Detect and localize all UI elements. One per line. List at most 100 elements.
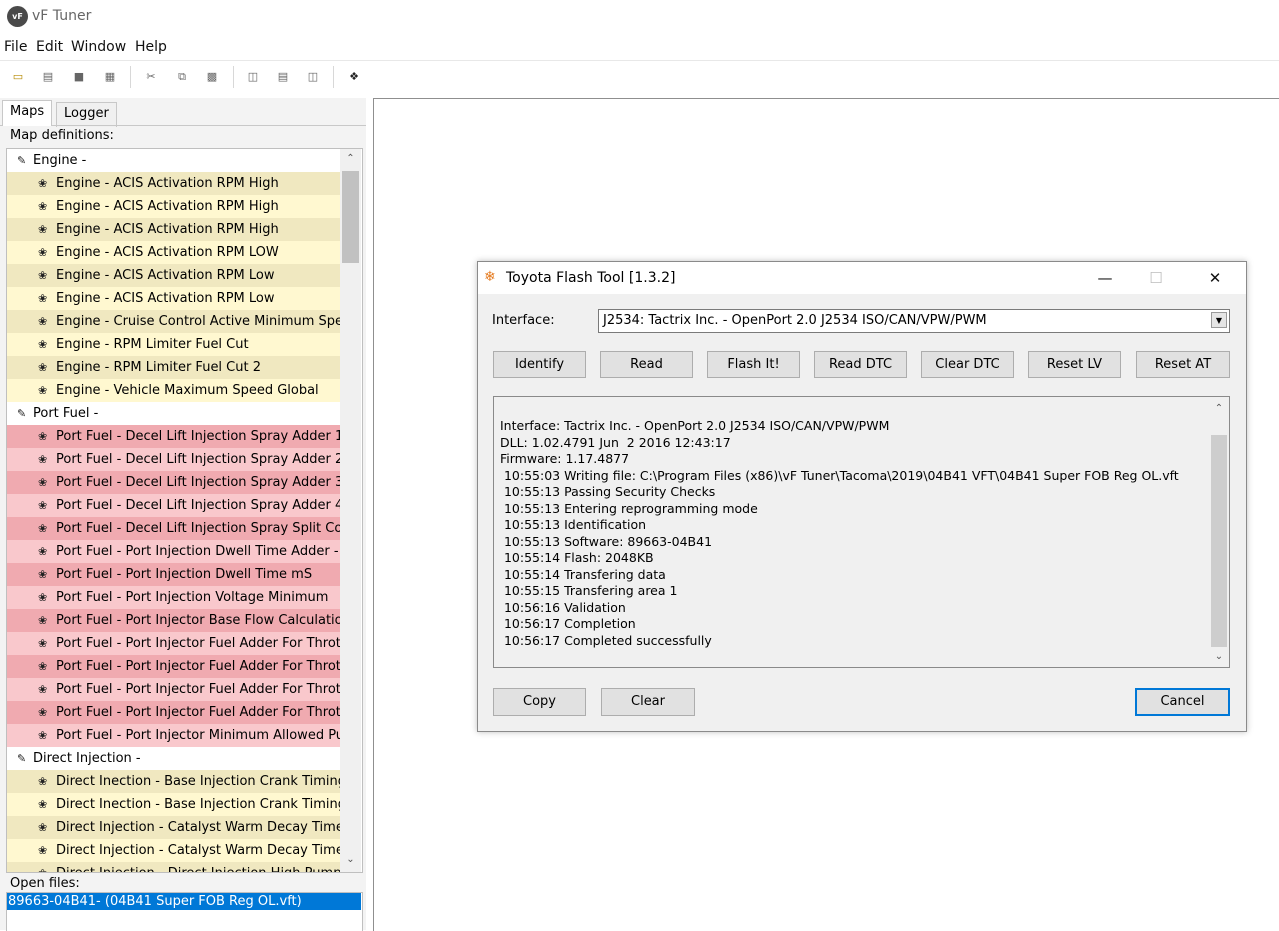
scroll-up-icon[interactable]: ⌃ xyxy=(340,149,361,169)
map-icon: ❀ xyxy=(38,775,48,788)
tree-group[interactable]: ✎ Engine - xyxy=(7,149,340,172)
tree-item[interactable]: ❀ Port Fuel - Decel Lift Injection Spray … xyxy=(7,448,340,471)
tree-item[interactable]: ❀ Engine - ACIS Activation RPM Low xyxy=(7,264,340,287)
tree-item[interactable]: ❀ Engine - Cruise Control Active Minimum … xyxy=(7,310,340,333)
interface-label: Interface: xyxy=(492,313,555,328)
tree-item[interactable]: ❀ Direct Inection - Base Injection Crank … xyxy=(7,770,340,793)
log-scroll-thumb[interactable] xyxy=(1211,435,1227,647)
collapse-icon[interactable]: ✎ xyxy=(17,747,26,770)
tree-item[interactable]: ❀ Port Fuel - Port Injection Voltage Mini… xyxy=(7,586,340,609)
tree-item[interactable]: ❀ Port Fuel - Port Injector Fuel Adder Fo… xyxy=(7,655,340,678)
read-button[interactable]: Read xyxy=(600,351,693,378)
save-as-icon[interactable]: ▦ xyxy=(100,67,120,87)
map-icon: ❀ xyxy=(38,177,48,190)
menu-window[interactable]: Window xyxy=(71,39,126,55)
flash-it-button[interactable]: Flash It! xyxy=(707,351,800,378)
tree-item-label: Engine - Vehicle Maximum Speed Global xyxy=(56,383,319,398)
tree-item[interactable]: ❀ Engine - ACIS Activation RPM High xyxy=(7,172,340,195)
copy-icon[interactable]: ⧉ xyxy=(172,67,192,87)
tree-item-label: Port Fuel - Port Injector Fuel Adder For… xyxy=(56,636,340,651)
tree-item[interactable]: ❀ Port Fuel - Decel Lift Injection Spray … xyxy=(7,494,340,517)
tree-item[interactable]: ❀ Port Fuel - Port Injection Dwell Time m… xyxy=(7,563,340,586)
cut-icon[interactable]: ✂ xyxy=(141,67,161,87)
tree-item[interactable]: ❀ Direct Inection - Base Injection Crank … xyxy=(7,793,340,816)
cancel-button[interactable]: Cancel xyxy=(1135,688,1230,716)
minimize-icon[interactable]: — xyxy=(1082,262,1128,294)
maximize-icon[interactable]: ☐ xyxy=(1133,262,1179,294)
collapse-icon[interactable]: ✎ xyxy=(17,402,26,425)
tree-item[interactable]: ❀ Port Fuel - Port Injection Dwell Time A… xyxy=(7,540,340,563)
tree-scrollbar[interactable]: ⌃ ⌄ xyxy=(340,149,361,872)
map-icon: ❀ xyxy=(38,499,48,512)
interface-dropdown[interactable]: J2534: Tactrix Inc. - OpenPort 2.0 J2534… xyxy=(598,309,1230,333)
identify-button[interactable]: Identify xyxy=(493,351,586,378)
log-line: 10:55:13 Entering reprogramming mode xyxy=(500,500,758,516)
tree-item[interactable]: ❀ Port Fuel - Port Injector Minimum Allow… xyxy=(7,724,340,747)
tree-item[interactable]: ❀ Port Fuel - Port Injector Base Flow Cal… xyxy=(7,609,340,632)
menu-help[interactable]: Help xyxy=(135,39,167,55)
window-icon[interactable]: ◫ xyxy=(303,67,323,87)
tree-item-label: Engine - ACIS Activation RPM LOW xyxy=(56,245,279,260)
tree-item[interactable]: ❀ Port Fuel - Port Injector Fuel Adder Fo… xyxy=(7,632,340,655)
map-icon: ❀ xyxy=(38,292,48,305)
save-icon[interactable]: ■ xyxy=(69,67,89,87)
map-icon: ❀ xyxy=(38,223,48,236)
connect-icon[interactable]: ❖ xyxy=(344,67,364,87)
tree-item-label: Engine - ACIS Activation RPM High xyxy=(56,199,279,214)
tree-group[interactable]: ✎ Port Fuel - xyxy=(7,402,340,425)
tree-item[interactable]: ❀ Engine - ACIS Activation RPM High xyxy=(7,218,340,241)
tree-item[interactable]: ❀ Port Fuel - Decel Lift Injection Spray … xyxy=(7,471,340,494)
tree-item[interactable]: ❀ Engine - ACIS Activation RPM LOW xyxy=(7,241,340,264)
tree-item-label: Port Fuel - Port Injector Base Flow Calc… xyxy=(56,613,340,628)
tree-item[interactable]: ❀ Engine - RPM Limiter Fuel Cut xyxy=(7,333,340,356)
tree-item[interactable]: ❀ Direct Injection - Catalyst Warm Decay … xyxy=(7,839,340,862)
open-files-label: Open files: xyxy=(10,876,80,891)
tile-icon[interactable]: ◫ xyxy=(243,67,263,87)
dropdown-arrow-icon[interactable]: ▼ xyxy=(1211,312,1227,328)
tree-scroll-thumb[interactable] xyxy=(342,171,359,263)
tree-item[interactable]: ❀ Direct Injection - Catalyst Warm Decay … xyxy=(7,816,340,839)
scroll-down-icon[interactable]: ⌄ xyxy=(1209,647,1229,667)
scroll-up-icon[interactable]: ⌃ xyxy=(1209,399,1229,419)
paste-icon[interactable]: ▩ xyxy=(202,67,222,87)
tree-item[interactable]: ❀ Port Fuel - Decel Lift Injection Spray … xyxy=(7,517,340,540)
close-icon[interactable]: ✕ xyxy=(1192,262,1238,294)
map-definitions-tree[interactable]: ✎ Engine - ❀ Engine - ACIS Activation RPM H… xyxy=(6,148,363,873)
tree-item-label: Port Fuel - Port Injector Fuel Adder For… xyxy=(56,705,340,720)
map-icon: ❀ xyxy=(38,315,48,328)
menu-edit[interactable]: Edit xyxy=(36,39,63,55)
tree-item-label: Port Fuel - Port Injection Voltage Minim… xyxy=(56,590,329,605)
clear-dtc-button[interactable]: Clear DTC xyxy=(921,351,1014,378)
map-icon: ❀ xyxy=(38,384,48,397)
clear-button[interactable]: Clear xyxy=(601,688,695,716)
tree-item[interactable]: ❀ Port Fuel - Port Injector Fuel Adder Fo… xyxy=(7,701,340,724)
tree-item[interactable]: ❀ Direct Injection - Direct Injection Hig… xyxy=(7,862,340,872)
tree-group[interactable]: ✎ Direct Injection - xyxy=(7,747,340,770)
tree-item-label: Port Fuel - Port Injector Fuel Adder For… xyxy=(56,659,340,674)
collapse-icon[interactable]: ✎ xyxy=(17,149,26,172)
cascade-icon[interactable]: ▤ xyxy=(273,67,293,87)
tree-item[interactable]: ❀ Engine - ACIS Activation RPM Low xyxy=(7,287,340,310)
tree-item[interactable]: ❀ Engine - Vehicle Maximum Speed Global xyxy=(7,379,340,402)
log-output[interactable]: Interface: Tactrix Inc. - OpenPort 2.0 J… xyxy=(493,396,1230,668)
open-file-item[interactable]: 89663-04B41- (04B41 Super FOB Reg OL.vft… xyxy=(7,893,361,910)
tree-item-label: Port Fuel - Port Injection Dwell Time Ad… xyxy=(56,544,340,559)
tab-logger[interactable]: Logger xyxy=(56,102,117,127)
tree-item[interactable]: ❀ Port Fuel - Decel Lift Injection Spray … xyxy=(7,425,340,448)
open-folder-icon[interactable]: ▭ xyxy=(8,67,28,87)
menu-file[interactable]: File xyxy=(4,39,27,55)
tree-item[interactable]: ❀ Port Fuel - Port Injector Fuel Adder Fo… xyxy=(7,678,340,701)
toolbar-separator xyxy=(333,66,334,88)
tree-item[interactable]: ❀ Engine - RPM Limiter Fuel Cut 2 xyxy=(7,356,340,379)
open-file-icon[interactable]: ▤ xyxy=(38,67,58,87)
read-dtc-button[interactable]: Read DTC xyxy=(814,351,907,378)
scroll-down-icon[interactable]: ⌄ xyxy=(340,850,361,870)
copy-button[interactable]: Copy xyxy=(493,688,586,716)
reset-lv-button[interactable]: Reset LV xyxy=(1028,351,1121,378)
log-scrollbar[interactable]: ⌃ ⌄ xyxy=(1209,397,1229,667)
tab-maps[interactable]: Maps xyxy=(2,100,53,126)
reset-at-button[interactable]: Reset AT xyxy=(1136,351,1230,378)
app-logo-icon: vF xyxy=(7,6,28,27)
dialog-title-bar[interactable]: ❄ Toyota Flash Tool [1.3.2] — ☐ ✕ xyxy=(478,262,1246,294)
tree-item[interactable]: ❀ Engine - ACIS Activation RPM High xyxy=(7,195,340,218)
